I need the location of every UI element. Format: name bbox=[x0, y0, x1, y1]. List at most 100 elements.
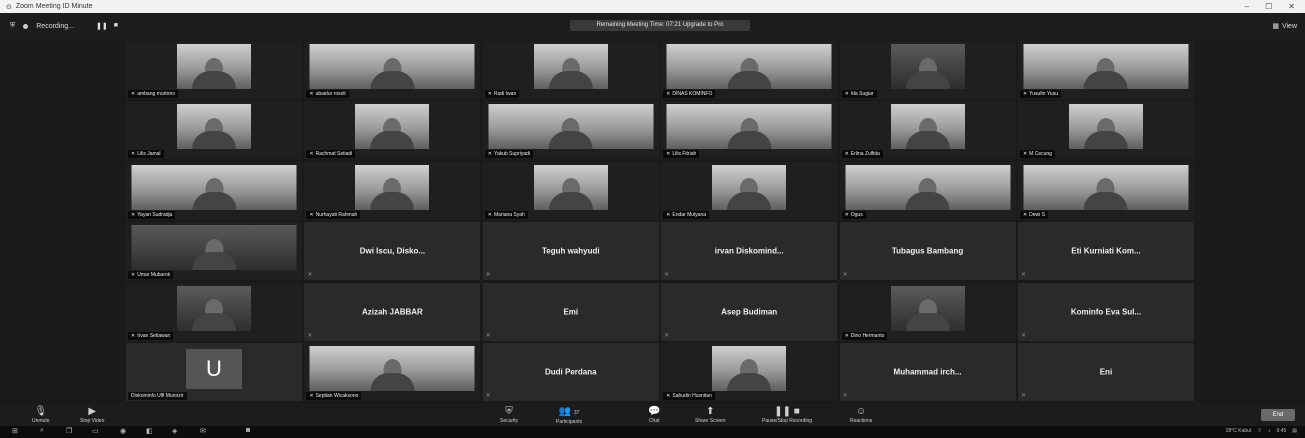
muted-mic-icon: ✕ bbox=[485, 332, 491, 339]
muted-mic-icon: ✕ bbox=[1020, 332, 1026, 339]
participant-name: Yusufin Yusu bbox=[1029, 91, 1058, 97]
participant-tile[interactable]: ✕ Sahudin Husnitan bbox=[661, 342, 838, 401]
share-screen-button[interactable]: ⬆ Share Screen bbox=[695, 406, 726, 424]
participant-tile[interactable]: ✕ Nurhayati Rahmah bbox=[304, 161, 481, 220]
task-view-icon[interactable]: ❐ bbox=[66, 427, 72, 435]
reactions-button[interactable]: ☺ Reactions bbox=[850, 406, 872, 424]
participant-name: Yayan Sudradja bbox=[137, 211, 173, 218]
muted-mic-icon: ✕ bbox=[844, 91, 849, 97]
participant-name: M Cecung bbox=[1029, 151, 1052, 158]
participant-tile[interactable]: ✕ Erlina Zulfida bbox=[839, 101, 1016, 160]
muted-mic-icon: ✕ bbox=[307, 272, 313, 279]
shield-icon[interactable]: ⛨ bbox=[10, 22, 15, 30]
zoom-taskbar-icon[interactable]: ◙ bbox=[246, 427, 250, 434]
recording-indicator: ⛨ Recording... ❚❚ ■ bbox=[10, 22, 118, 30]
file-explorer-icon[interactable]: ▭ bbox=[92, 427, 99, 435]
participant-name: ambang murtono bbox=[137, 91, 176, 97]
participant-video bbox=[355, 104, 430, 150]
participant-tile[interactable]: ✕ DINAS KOMINFO bbox=[661, 41, 838, 99]
participant-figure-body bbox=[727, 372, 772, 391]
participant-tile[interactable]: Asep Budiman ✕ bbox=[661, 282, 838, 341]
store-icon[interactable]: ◧ bbox=[146, 427, 153, 435]
participant-tile[interactable]: ✕ Yayan Sudradja bbox=[126, 161, 302, 220]
reactions-label: Reactions bbox=[850, 418, 873, 424]
close-window-button[interactable]: ✕ bbox=[1288, 2, 1295, 11]
participant-tile[interactable]: Dwi Iscu, Disko... ✕ bbox=[304, 222, 481, 281]
windows-start-icon[interactable]: ⊞ bbox=[12, 427, 18, 435]
muted-mic-icon: ✕ bbox=[485, 272, 491, 279]
participant-tile[interactable]: ✕ Septian Wicaksono bbox=[304, 342, 481, 401]
window-title: Zoom Meeting ID Minute bbox=[15, 3, 93, 10]
participant-tile[interactable]: ✕ M Cecung bbox=[1017, 101, 1194, 160]
participant-tile[interactable]: irvan Diskomind... ✕ bbox=[661, 222, 838, 281]
search-icon[interactable]: ⌕ bbox=[40, 427, 44, 435]
chat-button[interactable]: 💬 Chat bbox=[648, 406, 660, 424]
participant-tile[interactable]: ✕ Dewi S bbox=[1017, 161, 1194, 220]
participant-tile[interactable]: Eti Kurniati Kom... ✕ bbox=[1017, 222, 1194, 281]
participant-tile[interactable]: ✕ Rudi Iwan bbox=[482, 41, 659, 99]
network-icon[interactable]: ⌔ bbox=[1257, 428, 1262, 434]
participant-tile[interactable]: Eni ✕ bbox=[1017, 342, 1194, 401]
security-button[interactable]: ⛨ Security bbox=[500, 406, 518, 424]
participant-name-label: ✕ Septian Wicaksono bbox=[306, 391, 362, 400]
muted-mic-icon: ✕ bbox=[666, 91, 671, 97]
mail-icon[interactable]: ✉ bbox=[200, 427, 206, 435]
participant-tile[interactable]: Teguh wahyudi ✕ bbox=[482, 222, 659, 281]
participant-tile[interactable]: ✕ Dino Hermanto bbox=[839, 282, 1016, 341]
participant-tile[interactable]: ✕ Ida Sugiar bbox=[839, 41, 1016, 99]
participant-tile[interactable]: ✕ Irvan Setiawan bbox=[126, 282, 302, 341]
notifications-icon[interactable]: ▤ bbox=[1292, 428, 1297, 434]
participant-tile[interactable]: ✕ Yusufin Yusu bbox=[1017, 41, 1194, 99]
muted-mic-icon: ✕ bbox=[844, 211, 849, 218]
stop-recording-icon[interactable]: ■ bbox=[114, 22, 118, 30]
pause-recording-icon[interactable]: ❚❚ bbox=[96, 22, 108, 30]
participant-figure-body bbox=[727, 131, 772, 150]
minimize-button[interactable]: – bbox=[1245, 2, 1249, 11]
participant-tile[interactable]: Kominfo Eva Sul... ✕ bbox=[1017, 282, 1194, 341]
participant-tile[interactable]: Dudi Perdana ✕ bbox=[482, 342, 659, 401]
chat-bubble-icon: 💬 bbox=[648, 406, 661, 417]
browser-icon[interactable]: ◉ bbox=[120, 427, 126, 435]
participant-tile[interactable]: ✕ ubaidur rosoli bbox=[304, 41, 481, 99]
weather-readout[interactable]: 28°C Kabut bbox=[1226, 428, 1252, 434]
participant-tile[interactable]: ✕ Umar Mubarok bbox=[126, 222, 302, 281]
muted-mic-icon: ✕ bbox=[844, 332, 849, 339]
participant-tile[interactable]: ✕ Ogus bbox=[839, 161, 1016, 220]
participant-tile[interactable]: Tubagus Bambang ✕ bbox=[839, 222, 1016, 281]
participant-tile[interactable]: ✕ Yakub Supriyadi bbox=[482, 101, 659, 160]
time-limit-banner[interactable]: Remaining Meeting Time: 07:21 Upgrade to… bbox=[570, 20, 750, 31]
participant-figure-body bbox=[1083, 131, 1128, 150]
participant-video bbox=[1023, 164, 1189, 210]
participant-tile[interactable]: ✕ Mariana Syah bbox=[482, 161, 659, 220]
clock[interactable]: 9:45 bbox=[1277, 428, 1287, 434]
pause-stop-recording-button[interactable]: ❚❚ ■ Pause/Stop Recording bbox=[762, 406, 812, 424]
muted-mic-icon: ✕ bbox=[664, 272, 670, 279]
participant-video bbox=[177, 285, 251, 331]
muted-mic-icon: ✕ bbox=[307, 332, 313, 339]
participant-tile[interactable]: ✕ ambang murtono bbox=[126, 41, 302, 99]
participant-tile[interactable]: Azizah JABBAR ✕ bbox=[304, 282, 481, 341]
view-button[interactable]: ▦ View bbox=[1272, 22, 1297, 31]
participant-video bbox=[890, 104, 965, 150]
participant-tile[interactable]: ✕ Rachmat Setiadi bbox=[304, 101, 481, 160]
app-icon[interactable]: ◈ bbox=[172, 427, 177, 435]
volume-icon[interactable]: ♪ bbox=[1268, 428, 1271, 434]
zoom-app-icon: ⊙ bbox=[6, 3, 12, 11]
participant-tile[interactable]: ✕ Endar Mulyana bbox=[661, 161, 838, 220]
participant-figure-body bbox=[370, 191, 415, 210]
participant-tile[interactable]: ✕ Lilis Jamal bbox=[126, 101, 302, 160]
participant-tile[interactable]: Emi ✕ bbox=[482, 282, 659, 341]
participant-tile[interactable]: U Diskominfo Ulfi Munirzir bbox=[126, 342, 302, 401]
muted-mic-icon: ✕ bbox=[309, 151, 314, 158]
maximize-button[interactable]: ☐ bbox=[1265, 2, 1272, 11]
participants-button[interactable]: 👥 37 Participants bbox=[556, 406, 582, 425]
participant-name: Dudi Perdana bbox=[544, 367, 597, 377]
participant-tile[interactable]: ✕ Lilis Fitriah bbox=[661, 101, 838, 160]
participant-figure-body bbox=[548, 131, 593, 150]
participant-tile[interactable]: Muhammad irch... ✕ bbox=[839, 342, 1016, 401]
participant-name-label: ✕ Ogus bbox=[841, 210, 866, 219]
end-meeting-button[interactable]: End bbox=[1261, 409, 1295, 421]
stop-video-button[interactable]: ▶ Stop Video bbox=[80, 406, 104, 424]
unmute-button[interactable]: 🎙 Unmute bbox=[32, 406, 50, 424]
muted-mic-icon: ✕ bbox=[842, 272, 848, 279]
